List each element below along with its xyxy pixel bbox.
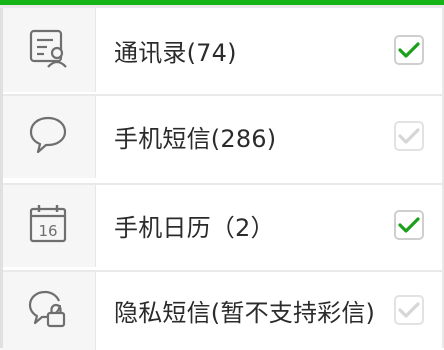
- private-sms-lock-icon: [26, 286, 70, 334]
- checkbox-calendar[interactable]: [394, 210, 424, 240]
- check-icon: [398, 217, 420, 233]
- list-item-sms[interactable]: 手机短信(286): [0, 94, 444, 178]
- row-divider: [0, 183, 444, 185]
- icon-cell: [0, 8, 96, 92]
- calendar-day-number: 16: [38, 222, 57, 240]
- item-label: 手机日历（2）: [114, 213, 275, 242]
- icon-cell: 16: [0, 183, 96, 267]
- check-icon: [398, 302, 420, 318]
- contacts-icon: [26, 26, 70, 74]
- backup-item-list: 通讯录(74) 手机短信(286) 16 手机日历（2） 隐私短信(暂不支持彩信…: [0, 8, 444, 350]
- panel-left-border: [0, 8, 3, 348]
- checkbox-contacts[interactable]: [394, 35, 424, 65]
- list-item-private-sms[interactable]: 隐私短信(暂不支持彩信): [0, 270, 444, 350]
- sms-bubble-icon: [26, 112, 70, 160]
- icon-cell: [0, 94, 96, 178]
- list-item-calendar[interactable]: 16 手机日历（2）: [0, 183, 444, 267]
- checkbox-private-sms[interactable]: [394, 295, 424, 325]
- check-icon: [398, 42, 420, 58]
- item-label: 通讯录(74): [114, 38, 237, 67]
- row-divider: [0, 94, 444, 96]
- icon-cell: [0, 270, 96, 350]
- calendar-icon: 16: [26, 201, 70, 249]
- check-icon: [398, 128, 420, 144]
- item-label: 手机短信(286): [114, 124, 277, 153]
- row-divider: [0, 270, 444, 272]
- item-label: 隐私短信(暂不支持彩信): [114, 298, 376, 327]
- list-item-contacts[interactable]: 通讯录(74): [0, 8, 444, 92]
- checkbox-sms[interactable]: [394, 121, 424, 151]
